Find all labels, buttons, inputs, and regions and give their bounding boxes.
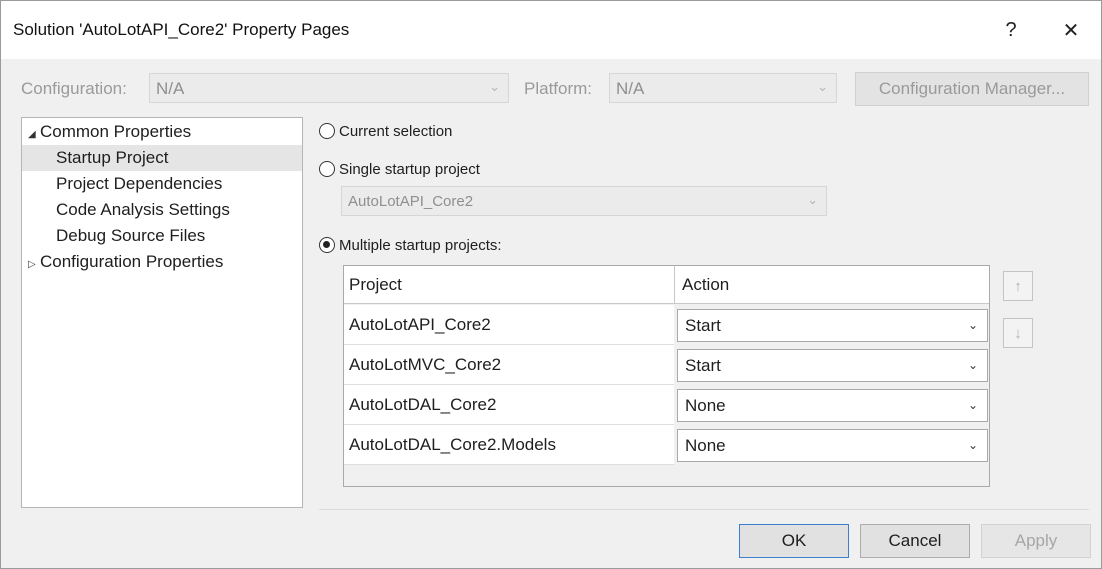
action-dropdown[interactable]: None ⌄ — [677, 389, 988, 422]
table-row[interactable]: AutoLotDAL_Core2 None ⌄ — [344, 385, 989, 425]
action-value: None — [685, 436, 726, 455]
chevron-down-icon: ⌄ — [967, 318, 978, 332]
chevron-down-icon: ⌄ — [807, 192, 818, 207]
platform-dropdown[interactable]: N/A ⌄ — [609, 73, 837, 103]
radio-multiple-startup[interactable]: Multiple startup projects: — [319, 234, 502, 256]
radio-label: Single startup project — [339, 160, 480, 178]
configuration-dropdown[interactable]: N/A ⌄ — [149, 73, 509, 103]
radio-circle-checked[interactable] — [319, 237, 335, 253]
tree-item-label: Debug Source Files — [56, 226, 206, 245]
tree-item-label: Configuration Properties — [40, 252, 224, 271]
radio-single-startup[interactable]: Single startup project — [319, 158, 480, 180]
table-row[interactable]: AutoLotDAL_Core2.Models None ⌄ — [344, 425, 989, 465]
tree-item-label: Code Analysis Settings — [56, 200, 230, 219]
chevron-down-icon: ⌄ — [489, 79, 500, 94]
grid-header: Project Action — [344, 266, 989, 304]
configuration-manager-button[interactable]: Configuration Manager... — [855, 72, 1089, 106]
property-pages-dialog: Solution 'AutoLotAPI_Core2' Property Pag… — [0, 0, 1102, 569]
move-up-button[interactable]: ↑ — [1003, 271, 1033, 301]
action-value: Start — [685, 356, 721, 375]
platform-label: Platform: — [524, 79, 593, 98]
move-down-button[interactable]: ↓ — [1003, 318, 1033, 348]
column-header-project[interactable]: Project — [344, 266, 674, 303]
tree-item-debug-source-files[interactable]: Debug Source Files — [22, 223, 302, 249]
dialog-title: Solution 'AutoLotAPI_Core2' Property Pag… — [13, 20, 350, 39]
radio-label: Multiple startup projects: — [339, 236, 502, 254]
close-button[interactable]: ✕ — [1051, 15, 1091, 45]
radio-label: Current selection — [339, 122, 453, 140]
project-cell: AutoLotAPI_Core2 — [344, 305, 674, 345]
tree-item-label: Project Dependencies — [56, 174, 223, 193]
table-row[interactable]: AutoLotAPI_Core2 Start ⌄ — [344, 305, 989, 345]
tree-item-label: Common Properties — [40, 122, 192, 141]
platform-value: N/A — [616, 79, 645, 98]
arrow-up-icon: ↑ — [1014, 277, 1022, 295]
project-cell: AutoLotDAL_Core2 — [344, 385, 674, 425]
help-button[interactable]: ? — [991, 15, 1031, 45]
configuration-value: N/A — [156, 79, 185, 98]
project-cell: AutoLotDAL_Core2.Models — [344, 425, 674, 465]
tree-item-configuration-properties[interactable]: ▷ Configuration Properties — [22, 249, 302, 275]
startup-projects-grid: Project Action AutoLotAPI_Core2 Start ⌄ … — [343, 265, 990, 487]
footer-divider — [319, 509, 1089, 510]
column-header-action[interactable]: Action — [677, 266, 987, 303]
chevron-down-icon: ⌄ — [817, 79, 828, 94]
tree-item-project-dependencies[interactable]: Project Dependencies — [22, 171, 302, 197]
ok-button[interactable]: OK — [739, 524, 849, 558]
cancel-button[interactable]: Cancel — [860, 524, 970, 558]
project-cell: AutoLotMVC_Core2 — [344, 345, 674, 385]
radio-circle[interactable] — [319, 161, 335, 177]
action-dropdown[interactable]: Start ⌄ — [677, 309, 988, 342]
tree-item-label: Startup Project — [56, 148, 169, 167]
radio-current-selection[interactable]: Current selection — [319, 120, 452, 142]
tree-item-startup-project[interactable]: Startup Project — [22, 145, 302, 171]
chevron-down-icon: ⌄ — [967, 358, 978, 372]
chevron-down-icon: ⌄ — [967, 398, 978, 412]
column-divider — [674, 266, 675, 303]
action-value: None — [685, 396, 726, 415]
property-tree: ◢ Common Properties Startup Project Proje… — [21, 117, 303, 508]
arrow-down-icon: ↓ — [1014, 324, 1022, 342]
action-value: Start — [685, 316, 721, 335]
radio-circle[interactable] — [319, 123, 335, 139]
apply-button[interactable]: Apply — [981, 524, 1091, 558]
title-bar: Solution 'AutoLotAPI_Core2' Property Pag… — [1, 1, 1101, 59]
tree-item-code-analysis-settings[interactable]: Code Analysis Settings — [22, 197, 302, 223]
collapsed-arrow-icon: ▷ — [28, 259, 36, 270]
configuration-label: Configuration: — [21, 79, 127, 98]
chevron-down-icon: ⌄ — [967, 438, 978, 452]
tree-item-common-properties[interactable]: ◢ Common Properties — [22, 119, 302, 145]
single-project-dropdown[interactable]: AutoLotAPI_Core2 ⌄ — [341, 186, 827, 216]
table-row[interactable]: AutoLotMVC_Core2 Start ⌄ — [344, 345, 989, 385]
action-dropdown[interactable]: None ⌄ — [677, 429, 988, 462]
action-dropdown[interactable]: Start ⌄ — [677, 349, 988, 382]
single-project-value: AutoLotAPI_Core2 — [348, 193, 474, 210]
